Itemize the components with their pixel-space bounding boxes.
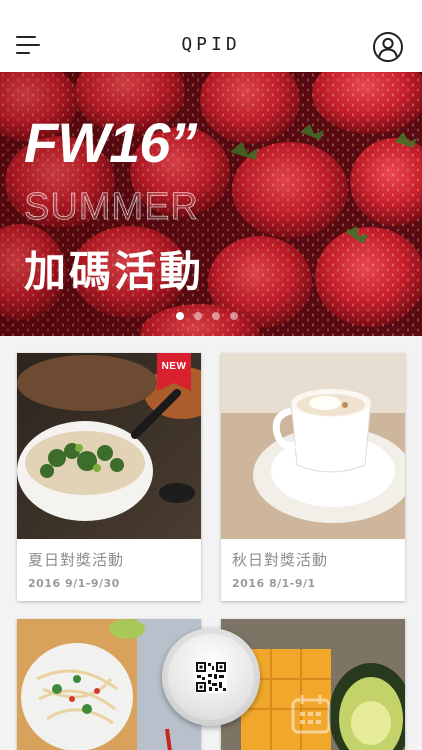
promo-banner-carousel[interactable]: FW16” SUMMER 加碼活動 — [0, 72, 422, 336]
event-card[interactable]: 秋日對獎活動 2016 8/1-9/1 — [221, 353, 405, 601]
banner-subtitle: SUMMER — [24, 186, 199, 229]
event-card-title: 秋日對獎活動 — [232, 551, 329, 569]
app-screen: QPID FW16” SUMMER 加碼活動 NEW 夏日對獎活動 2016 9… — [0, 0, 422, 750]
event-card-image — [221, 353, 405, 539]
carousel-dot[interactable] — [230, 312, 238, 320]
carousel-pagination — [176, 312, 238, 322]
event-card-date: 2016 9/1-9/30 — [28, 577, 120, 590]
calendar-icon — [291, 695, 331, 734]
new-badge: NEW — [157, 353, 191, 391]
app-logo: QPID — [181, 34, 241, 55]
carousel-dot[interactable] — [194, 312, 202, 320]
banner-headline: 加碼活動 — [24, 247, 205, 296]
qr-code-icon — [195, 661, 227, 693]
event-card-date: 2016 8/1-9/1 — [232, 577, 316, 590]
event-card[interactable]: NEW 夏日對獎活動 2016 9/1-9/30 — [17, 353, 201, 601]
user-profile-icon[interactable] — [373, 32, 403, 62]
qr-scan-button[interactable] — [162, 628, 260, 726]
carousel-dot[interactable] — [176, 312, 184, 320]
event-card-title: 夏日對獎活動 — [28, 551, 125, 569]
top-nav-bar: QPID — [0, 0, 422, 72]
banner-title: FW16” — [24, 111, 197, 174]
carousel-dot[interactable] — [212, 312, 220, 320]
